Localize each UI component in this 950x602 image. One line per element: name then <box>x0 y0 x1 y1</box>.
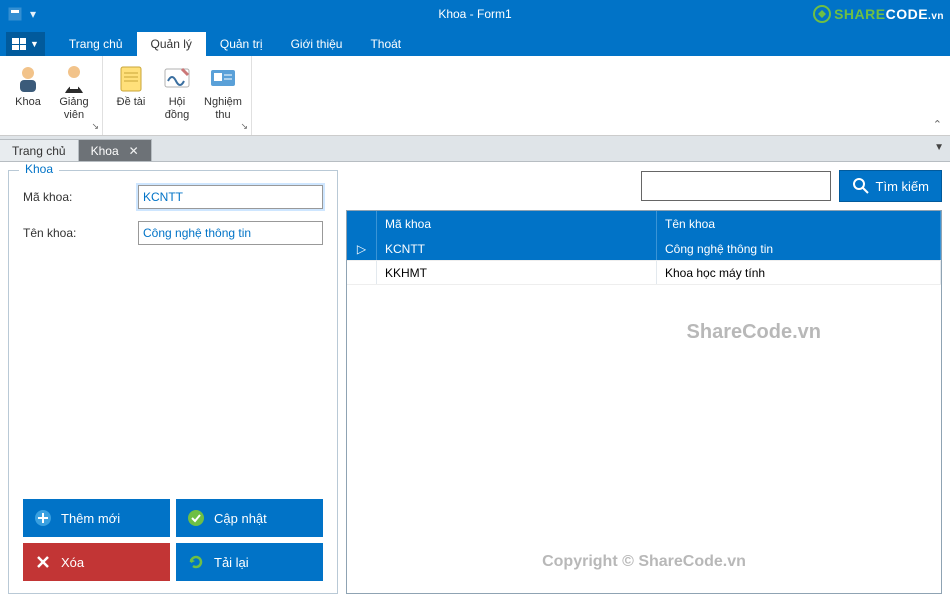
data-grid[interactable]: Mã khoa Tên khoa ▷ KCNTT Công nghệ thông… <box>346 210 942 594</box>
search-input[interactable] <box>641 171 831 201</box>
app-icon <box>6 5 24 23</box>
notepad-icon <box>115 62 147 94</box>
magnifier-icon <box>852 177 870 195</box>
tab-thoat[interactable]: Thoát <box>356 32 415 56</box>
ribbon-collapse-icon[interactable]: ⌃ <box>933 118 942 131</box>
cell-ten: Khoa học máy tính <box>657 261 941 284</box>
close-icon[interactable]: ✕ <box>129 144 139 158</box>
grid-panel: Tìm kiếm Mã khoa Tên khoa ▷ KCNTT Công n… <box>346 170 942 594</box>
tab-quan-ly[interactable]: Quản lý <box>137 32 206 56</box>
ma-khoa-input[interactable] <box>138 185 323 209</box>
ribbon-item-de-tai[interactable]: Đề tài <box>109 60 153 123</box>
fieldset-legend: Khoa <box>19 162 59 176</box>
card-icon <box>207 62 239 94</box>
doc-tab-khoa[interactable]: Khoa ✕ <box>79 139 152 161</box>
table-row[interactable]: ▷ KCNTT Công nghệ thông tin <box>347 237 941 261</box>
chevron-down-icon: ▼ <box>30 39 39 49</box>
brand-logo: SHARECODE.vn <box>813 5 944 23</box>
ribbon-item-hoi-dong[interactable]: Hội đồng <box>155 60 199 123</box>
ten-khoa-label: Tên khoa: <box>23 226 138 240</box>
teacher-icon <box>58 62 90 94</box>
ribbon-item-giang-vien[interactable]: Giảng viên <box>52 60 96 123</box>
quick-access-toolbar: ▾ <box>28 9 38 19</box>
ribbon-group-2: Đề tài Hội đồng Nghiệm thu ↘ <box>103 56 252 135</box>
delete-button[interactable]: Xóa <box>23 543 170 581</box>
ribbon-group-1: Khoa Giảng viên ↘ <box>0 56 103 135</box>
row-indicator <box>347 261 377 284</box>
cell-ma: KKHMT <box>377 261 657 284</box>
watermark-copyright: Copyright © ShareCode.vn <box>542 553 746 571</box>
tab-trang-chu[interactable]: Trang chủ <box>55 32 137 56</box>
dialog-launcher-icon[interactable]: ↘ <box>240 121 248 132</box>
table-row[interactable]: KKHMT Khoa học máy tính <box>347 261 941 285</box>
search-button[interactable]: Tìm kiếm <box>839 170 942 202</box>
ma-khoa-label: Mã khoa: <box>23 190 138 204</box>
update-button[interactable]: Cập nhật <box>176 499 323 537</box>
ribbon-item-nghiem-thu[interactable]: Nghiệm thu <box>201 60 245 123</box>
ribbon-item-khoa[interactable]: Khoa <box>6 60 50 123</box>
form-panel: Khoa Mã khoa: Tên khoa: Thêm mới Cập nhậ… <box>8 170 338 594</box>
dialog-launcher-icon[interactable]: ↘ <box>91 121 99 132</box>
x-icon <box>33 552 53 572</box>
doc-tab-trang-chu[interactable]: Trang chủ <box>0 139 79 161</box>
tab-quan-tri[interactable]: Quản trị <box>206 32 277 56</box>
cell-ten: Công nghệ thông tin <box>657 237 941 260</box>
refresh-icon <box>186 552 206 572</box>
cell-ma: KCNTT <box>377 237 657 260</box>
col-header-ma-khoa[interactable]: Mã khoa <box>377 211 657 237</box>
qat-dropdown-icon[interactable]: ▾ <box>28 9 38 19</box>
grid-header: Mã khoa Tên khoa <box>347 211 941 237</box>
document-tab-strip: Trang chủ Khoa ✕ ▼ <box>0 136 950 162</box>
ten-khoa-input[interactable] <box>138 221 323 245</box>
doc-tabs-dropdown-icon[interactable]: ▼ <box>934 142 944 153</box>
content-area: Khoa Mã khoa: Tên khoa: Thêm mới Cập nhậ… <box>0 162 950 602</box>
ribbon-tab-strip: ▼ Trang chủ Quản lý Quản trị Giới thiệu … <box>0 28 950 56</box>
plus-icon <box>33 508 53 528</box>
add-button[interactable]: Thêm mới <box>23 499 170 537</box>
recycle-icon <box>813 5 831 23</box>
tab-gioi-thieu[interactable]: Giới thiệu <box>277 32 357 56</box>
window-title: Khoa - Form1 <box>438 7 511 21</box>
title-bar: ▾ Khoa - Form1 SHARECODE.vn <box>0 0 950 28</box>
check-icon <box>186 508 206 528</box>
person-icon <box>12 62 44 94</box>
row-indicator-icon: ▷ <box>347 237 377 260</box>
ribbon-body: Khoa Giảng viên ↘ Đề tài Hội đồng Nghiệm… <box>0 56 950 136</box>
file-menu-button[interactable]: ▼ <box>6 32 45 56</box>
reload-button[interactable]: Tải lại <box>176 543 323 581</box>
signature-icon <box>161 62 193 94</box>
row-indicator-header <box>347 211 377 237</box>
khoa-fieldset: Khoa Mã khoa: Tên khoa: Thêm mới Cập nhậ… <box>8 170 338 594</box>
col-header-ten-khoa[interactable]: Tên khoa <box>657 211 941 237</box>
watermark: ShareCode.vn <box>687 321 821 344</box>
